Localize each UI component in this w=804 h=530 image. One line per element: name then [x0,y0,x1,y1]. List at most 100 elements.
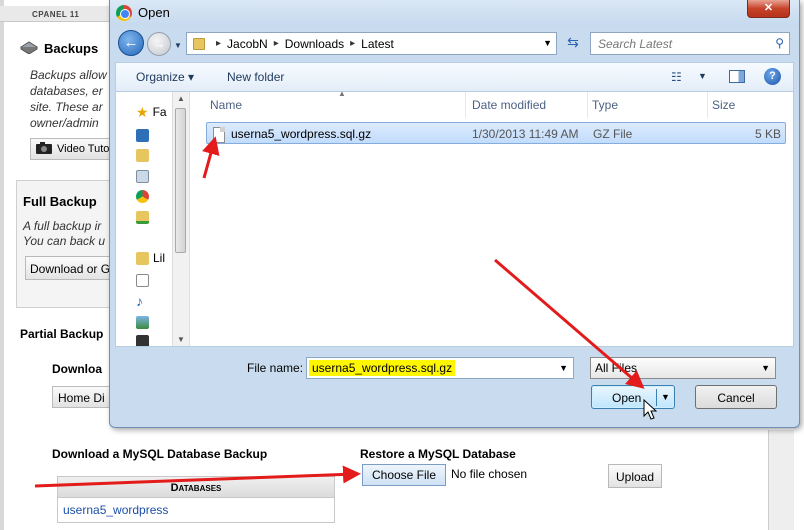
chevron-right-icon[interactable]: ▸ [216,38,221,49]
documents-icon [136,273,149,287]
camera-icon [36,141,52,157]
nav-item-music[interactable]: ♪ [136,292,166,310]
file-list: ▲ Name Date modified Type Size userna5_w… [206,89,792,346]
nav-item-label: Fa [152,105,167,119]
organize-menu[interactable]: Organize ▾ [136,70,194,84]
nav-item-recent[interactable] [136,167,166,185]
chevron-down-icon: ▼ [761,363,770,373]
search-input[interactable]: Search Latest ⚲ [590,32,790,55]
star-icon: ★ [136,103,149,120]
nav-item-upload[interactable] [136,208,166,226]
chevron-right-icon[interactable]: ▸ [350,38,355,49]
downloads-icon [136,148,149,162]
view-options-icon[interactable]: ☷ [671,70,682,84]
database-link[interactable]: userna5_wordpress [58,498,334,522]
column-date-modified[interactable]: Date modified [468,92,588,118]
nav-item-favorites[interactable]: ★ Fa [136,103,167,121]
video-tutorial-button[interactable]: Video Tuto [30,138,120,160]
sort-up-icon: ▲ [338,89,346,98]
column-name[interactable]: ▲ Name [206,89,466,118]
open-options-icon[interactable]: ▼ [661,392,670,402]
chevron-down-icon[interactable]: ▼ [543,38,552,48]
nav-item-downloads[interactable] [136,146,166,164]
file-type: GZ File [593,127,633,141]
chevron-down-icon[interactable]: ▼ [698,71,707,81]
dialog-toolbar: Organize ▾ New folder ☷ ▼ ? [115,62,794,92]
desc-line: databases, er [30,84,103,98]
video-tutorial-label: Video Tuto [57,143,110,155]
backups-heading: Backups [20,40,98,57]
file-date: 1/30/2013 11:49 AM [472,127,579,141]
recent-pages-icon[interactable]: ▼ [174,41,182,50]
close-button[interactable]: ✕ [747,0,790,18]
nav-item-documents[interactable] [136,271,166,289]
open-button[interactable]: Open ▼ [591,385,675,409]
upload-button[interactable]: Upload [608,464,662,488]
nav-item-desktop[interactable] [136,126,166,144]
folder-icon [193,37,205,50]
nav-item-libraries[interactable]: Lil [136,249,166,267]
full-backup-title: Full Backup [23,194,97,209]
breadcrumb-item[interactable]: Latest [361,37,394,51]
videos-icon [136,334,149,346]
chrome-icon [136,189,149,203]
scroll-up-icon[interactable]: ▲ [177,94,185,103]
breadcrumb-item[interactable]: JacobN [227,37,268,51]
preview-pane-icon[interactable] [729,70,745,83]
chevron-down-icon[interactable]: ▼ [559,363,568,373]
nav-item-chrome[interactable] [136,187,166,205]
libraries-icon [136,251,149,265]
cpanel-tab[interactable]: CPANEL 11 [0,6,112,22]
new-folder-button[interactable]: New folder [227,70,284,84]
address-row: ← → ▼ ▸ JacobN ▸ Downloads ▸ Latest ▼ ⇆ … [110,28,799,60]
scroll-down-icon[interactable]: ▼ [177,335,185,344]
databases-table: Databases userna5_wordpress [57,476,335,523]
help-icon[interactable]: ? [764,68,781,85]
file-type-filter[interactable]: All Files ▼ [590,357,776,379]
desc-line: Backups allow [30,68,107,82]
desc-line: site. These ar [30,100,103,114]
backups-description: Backups allow databases, er site. These … [30,67,112,131]
file-name: userna5_wordpress.sql.gz [231,127,372,141]
dialog-titlebar[interactable]: Open ✕ [110,0,799,26]
folder-upload-icon [136,210,149,224]
partial-backup-title: Partial Backup [20,327,104,341]
file-size: 5 KB [755,127,782,141]
restore-mysql-title: Restore a MySQL Database [360,447,516,461]
dialog-content: ★ Fa Lil ♪ ▲ ▼ ▲ Name Date modified Type… [115,89,794,347]
music-icon: ♪ [136,293,143,309]
forward-button[interactable]: → [147,32,171,56]
search-placeholder: Search Latest [598,37,673,51]
mysql-download-title: Download a MySQL Database Backup [52,447,268,461]
desc-line: owner/admin [30,116,99,130]
file-row[interactable]: userna5_wordpress.sql.gz 1/30/2013 11:49… [206,122,786,144]
backups-icon [20,40,38,57]
nav-item-videos[interactable] [136,332,166,346]
desc-line: You can back u [23,234,106,248]
address-bar[interactable]: ▸ JacobN ▸ Downloads ▸ Latest ▼ [186,32,557,55]
recent-places-icon [136,169,149,183]
nav-item-pictures[interactable] [136,313,166,331]
search-icon[interactable]: ⚲ [775,36,784,50]
nav-scrollbar[interactable]: ▲ ▼ [172,92,189,346]
back-button[interactable]: ← [118,30,144,56]
desktop-icon [136,128,149,142]
home-directory-button[interactable]: Home Di [52,386,114,408]
desc-line: A full backup ir [23,219,102,233]
column-size[interactable]: Size [708,92,782,118]
databases-header: Databases [58,477,334,498]
choose-file-button[interactable]: Choose File [362,464,446,486]
dialog-title: Open [138,5,170,20]
cancel-button[interactable]: Cancel [695,385,777,409]
column-type[interactable]: Type [588,92,708,118]
refresh-icon[interactable]: ⇆ [562,34,584,54]
filter-value: All Files [595,361,638,375]
scroll-thumb[interactable] [175,108,186,253]
chevron-right-icon[interactable]: ▸ [274,38,279,49]
page-scrollbar[interactable] [768,430,794,530]
file-name-input[interactable]: userna5_wordpress.sql.gz ▼ [306,357,574,379]
column-label: Name [210,98,243,112]
page-left-edge [0,0,4,530]
backups-title: Backups [44,41,99,56]
breadcrumb-item[interactable]: Downloads [285,37,344,51]
